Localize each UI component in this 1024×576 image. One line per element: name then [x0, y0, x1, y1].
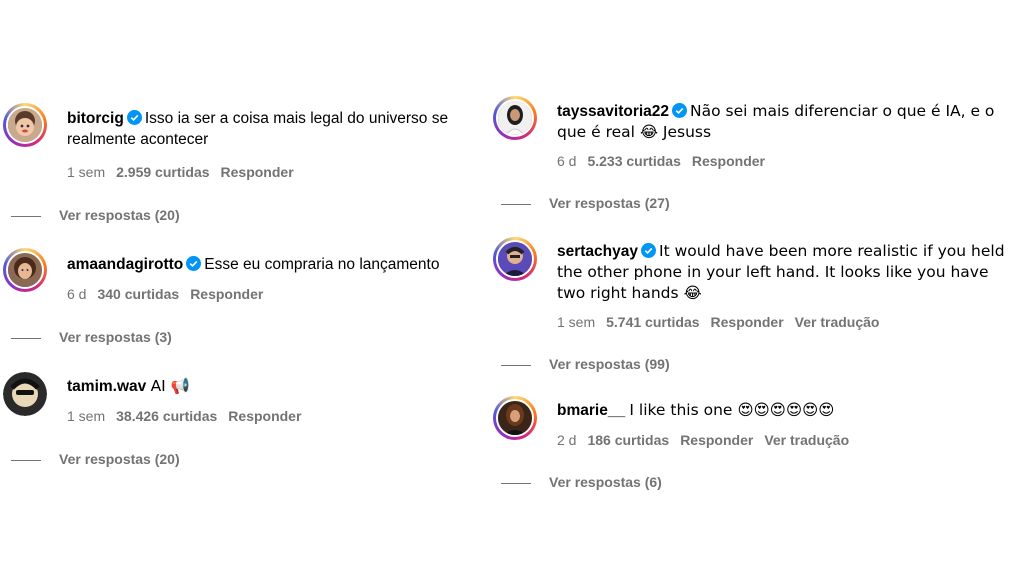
verified-badge-icon [641, 243, 657, 258]
likes-count[interactable]: 2.959 curtidas [116, 164, 209, 180]
replies-divider [501, 203, 531, 205]
comment-meta: 1 sem 2.959 curtidas Responder [67, 164, 305, 180]
likes-count[interactable]: 5.233 curtidas [587, 153, 680, 169]
comment-text-block: bmarie__ I like this one 😍😍😍😍😍😍 [557, 400, 1017, 421]
replies-divider [501, 364, 531, 366]
avatar-image [3, 372, 47, 416]
comment-text: AI 📢 [150, 377, 190, 395]
view-replies-button[interactable]: Ver respostas (20) [11, 207, 180, 223]
comment-tayssavitoria22: tayssavitoria22 Não sei mais diferenciar … [493, 96, 1018, 216]
username[interactable]: amaandagirotto [67, 256, 183, 273]
avatar[interactable] [493, 396, 537, 440]
comment-sertachyay: sertachyay It would have been more realis… [493, 237, 1018, 377]
view-replies-button[interactable]: Ver respostas (3) [11, 329, 172, 345]
verified-badge-icon [186, 256, 202, 271]
username[interactable]: tayssavitoria22 [557, 103, 669, 120]
reply-button[interactable]: Responder [190, 286, 263, 302]
avatar[interactable] [3, 372, 47, 416]
view-replies-label: Ver respostas (99) [549, 356, 670, 372]
username[interactable]: bitorcig [67, 110, 124, 127]
comment-text-block: bitorcig Isso ia ser a coisa mais legal d… [67, 108, 487, 150]
avatar-image [498, 242, 532, 276]
comment-bitorcig: bitorcig Isso ia ser a coisa mais legal d… [3, 103, 483, 233]
comment-tamim-wav: tamim.wav AI 📢 1 sem 38.426 curtidas Respo… [3, 372, 483, 472]
avatar-image [498, 101, 532, 135]
view-replies-label: Ver respostas (20) [59, 207, 180, 223]
view-replies-button[interactable]: Ver respostas (27) [501, 195, 670, 211]
avatar-image [498, 401, 532, 435]
timestamp[interactable]: 1 sem [67, 164, 105, 180]
timestamp[interactable]: 1 sem [67, 408, 105, 424]
avatar-image [8, 108, 42, 142]
reply-button[interactable]: Responder [711, 314, 784, 330]
comment-text: I like this one 😍😍😍😍😍😍 [629, 401, 835, 419]
comment-bmarie: bmarie__ I like this one 😍😍😍😍😍😍 2 d 186 c… [493, 396, 1018, 496]
timestamp[interactable]: 1 sem [557, 314, 595, 330]
replies-divider [501, 482, 531, 484]
view-replies-label: Ver respostas (27) [549, 195, 670, 211]
replies-divider [11, 337, 41, 339]
view-replies-label: Ver respostas (20) [59, 451, 180, 467]
timestamp[interactable]: 6 d [557, 153, 576, 169]
likes-count[interactable]: 186 curtidas [587, 432, 669, 448]
reply-button[interactable]: Responder [228, 408, 301, 424]
comment-text-block: amaandagirotto Esse eu compraria no lança… [67, 254, 487, 275]
verified-badge-icon [672, 103, 688, 118]
reply-button[interactable]: Responder [221, 164, 294, 180]
avatar[interactable] [3, 103, 47, 147]
avatar-image [8, 253, 42, 287]
see-translation-button[interactable]: Ver tradução [764, 432, 849, 448]
replies-divider [11, 459, 41, 461]
comment-meta: 6 d 340 curtidas Responder [67, 286, 274, 302]
reply-button[interactable]: Responder [680, 432, 753, 448]
timestamp[interactable]: 2 d [557, 432, 576, 448]
comment-text-block: tayssavitoria22 Não sei mais diferenciar … [557, 101, 1017, 143]
comment-meta: 1 sem 38.426 curtidas Responder [67, 408, 312, 424]
username[interactable]: bmarie__ [557, 402, 625, 419]
comment-amaandagirotto: amaandagirotto Esse eu compraria no lança… [3, 248, 483, 348]
username[interactable]: tamim.wav [67, 378, 146, 395]
comment-text: Isso ia ser a coisa mais legal do univer… [67, 110, 449, 148]
avatar[interactable] [493, 237, 537, 281]
replies-divider [11, 215, 41, 217]
comment-meta: 2 d 186 curtidas Responder Ver tradução [557, 432, 860, 448]
view-replies-label: Ver respostas (3) [59, 329, 172, 345]
comment-text-block: tamim.wav AI 📢 [67, 376, 487, 397]
reply-button[interactable]: Responder [692, 153, 765, 169]
likes-count[interactable]: 5.741 curtidas [606, 314, 699, 330]
comment-meta: 1 sem 5.741 curtidas Responder Ver tradução [557, 314, 890, 330]
likes-count[interactable]: 38.426 curtidas [116, 408, 217, 424]
timestamp[interactable]: 6 d [67, 286, 86, 302]
view-replies-button[interactable]: Ver respostas (6) [501, 474, 662, 490]
username[interactable]: sertachyay [557, 243, 638, 260]
avatar[interactable] [493, 96, 537, 140]
comment-meta: 6 d 5.233 curtidas Responder [557, 153, 776, 169]
view-replies-button[interactable]: Ver respostas (99) [501, 356, 670, 372]
comment-text: Esse eu compraria no lançamento [204, 256, 440, 273]
avatar[interactable] [3, 248, 47, 292]
verified-badge-icon [126, 110, 142, 125]
view-replies-button[interactable]: Ver respostas (20) [11, 451, 180, 467]
likes-count[interactable]: 340 curtidas [97, 286, 179, 302]
view-replies-label: Ver respostas (6) [549, 474, 662, 490]
see-translation-button[interactable]: Ver tradução [795, 314, 880, 330]
comment-text-block: sertachyay It would have been more realis… [557, 241, 1017, 304]
